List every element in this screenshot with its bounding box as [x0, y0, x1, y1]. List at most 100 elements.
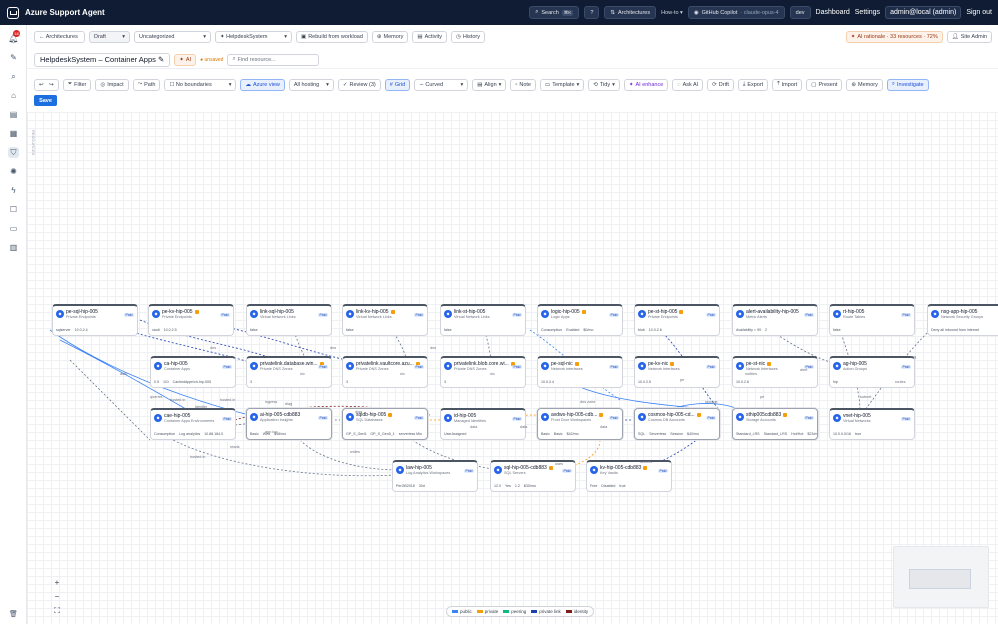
project-title[interactable]: HelpdeskSystem – Container Apps ✎: [34, 52, 171, 67]
resource-node[interactable]: ◆ ca-hip-005 Container Apps Pstd 0.5 1Gi Cache…: [150, 356, 236, 388]
resource-node[interactable]: ◆ link-st-hip-005 Virtual Network Links Pst…: [440, 304, 526, 336]
tidy-button[interactable]: ⟲ Tidy ▾: [588, 78, 620, 91]
ask-ai-button[interactable]: ◌ Ask AI: [672, 78, 704, 91]
review-button[interactable]: ✓ Review (3): [337, 78, 381, 91]
resource-node[interactable]: ◆ pe-sql-hip-005 Private Endpoints Pstd sqls…: [52, 304, 138, 336]
undo-redo[interactable]: ↩ ↪: [34, 78, 59, 91]
trash-icon[interactable]: 🗑︎: [9, 610, 18, 618]
investigate-button[interactable]: ⌕ Investigate: [886, 78, 929, 91]
system-value-wrap: ✦ HelpdeskSystem: [220, 34, 267, 40]
resource-node[interactable]: ◆ ai-hip-005-cdb883 Application Insights Ps…: [246, 408, 332, 440]
architectures-menu[interactable]: ⇅ Architectures: [604, 6, 657, 19]
dashboard-link[interactable]: Dashboard: [816, 9, 850, 16]
resource-node[interactable]: ◆ vnet-hip-005 Virtual Networks Pstd 10.0.0.…: [829, 408, 915, 440]
find-resource-field[interactable]: ⌕ Find resource...: [227, 53, 320, 66]
resource-node[interactable]: ◆ pe-st-hip-005 Private Endpoints Pstd blob 1…: [634, 304, 720, 336]
copilot-model-button[interactable]: ◉ GitHub Copilot · claude-opus-4: [687, 6, 785, 19]
fit-view-button[interactable]: ⛶: [52, 606, 62, 616]
boundaries-select[interactable]: ☐ No boundaries ▾: [164, 78, 237, 91]
save-button[interactable]: Save: [34, 95, 57, 106]
resource-node[interactable]: ◆ logic-hip-005 Logic Apps Pstd Consumption E…: [537, 304, 623, 336]
howto-menu[interactable]: How-to ▾: [661, 10, 683, 16]
node-meta-item: GP_S_Gen5_1: [370, 432, 395, 436]
node-tier-badge: Pstd: [705, 416, 716, 420]
history-button[interactable]: ◷ History: [451, 30, 485, 43]
resource-node[interactable]: ◆ pe-kv-hip-005 Private Endpoints Pstd vault…: [148, 304, 234, 336]
edit-icon[interactable]: ✎: [8, 52, 19, 63]
resource-node[interactable]: ◆ rt-hip-005 Route Tables Pstd false: [829, 304, 915, 336]
category-select[interactable]: Uncategorized ▾: [134, 30, 211, 43]
resource-node[interactable]: ◆ privatelink.database.win... Private DNS …: [246, 356, 332, 388]
chat-bubble-icon: ◌: [677, 81, 681, 88]
node-tier-badge: Pstd: [511, 417, 522, 421]
present-button[interactable]: ▢ Present: [806, 78, 843, 91]
system-select[interactable]: ✦ HelpdeskSystem ▾: [215, 30, 292, 43]
resource-node[interactable]: ◆ cosmos-hip-005-cd... Cosmos DB Accounts P…: [634, 408, 720, 440]
template-button[interactable]: ▭ Template ▾: [540, 78, 585, 91]
signout-link[interactable]: Sign out: [966, 9, 992, 16]
memory-canvas-button[interactable]: ⊛ Memory: [846, 78, 883, 91]
sparkle-icon: ✦: [179, 56, 184, 63]
chart-icon[interactable]: ▥: [8, 242, 19, 253]
back-to-architectures[interactable]: ← Architectures: [34, 30, 85, 43]
shield-icon[interactable]: ⛉: [8, 147, 19, 158]
edge-label: auth: [120, 372, 128, 376]
rebuild-button[interactable]: ▣ Rebuild from workload: [296, 30, 368, 43]
undo-icon[interactable]: ↩: [39, 82, 44, 88]
resource-node[interactable]: ◆ alert-availability-hip-005 Metric Alerts…: [732, 304, 818, 336]
resource-node[interactable]: ◆ avdws-hip-005-cdb... Front Door Workspac…: [537, 408, 623, 440]
resource-node[interactable]: ◆nsg-app-hip-005Network Security GroupsP…: [927, 304, 998, 336]
resource-node[interactable]: ◆ cae-hip-005 Container Apps Environments P…: [150, 408, 236, 440]
resource-node[interactable]: ◆ link-kv-hip-005 Virtual Network Links Pst…: [342, 304, 428, 336]
ai-rationale-badge[interactable]: ✦ AI rationale · 33 resources · 72%: [845, 31, 943, 43]
note-button[interactable]: ▫ Note: [510, 78, 536, 91]
drift-button[interactable]: ⟳ Drift: [707, 78, 734, 91]
hosting-select[interactable]: All hosting ▾: [288, 78, 334, 91]
help-button[interactable]: ?: [584, 6, 600, 19]
filter-button[interactable]: ⏷ Filter: [62, 78, 92, 91]
resource-node[interactable]: ◆ pe-sql-nic Network Interfaces Pstd 10.0.2.…: [537, 356, 623, 388]
grid-toggle[interactable]: # Grid: [384, 78, 411, 91]
redo-icon[interactable]: ↪: [49, 82, 54, 88]
zoom-out-button[interactable]: −: [52, 592, 62, 602]
zoom-in-button[interactable]: +: [52, 578, 62, 588]
resource-node[interactable]: ◆ kv-hip-005-cdb883 Key Vaults Pstd Free Disa…: [586, 460, 672, 492]
minimap[interactable]: [893, 546, 989, 608]
edge-style-select[interactable]: ∼ Curved ▾: [414, 78, 469, 91]
path-button[interactable]: ⤳ Path: [132, 78, 161, 91]
resource-node[interactable]: ◆ pe-kv-nic Network Interfaces Pstd 10.0.2.5: [634, 356, 720, 388]
status-select[interactable]: Draft ▾: [89, 30, 130, 43]
sun-icon[interactable]: ✺: [8, 166, 19, 177]
resource-node[interactable]: ◆ link-sql-hip-005 Virtual Network Links Ps…: [246, 304, 332, 336]
resource-node[interactable]: ◆ id-hip-005 Managed Identities Pstd UserAss…: [440, 408, 526, 440]
env-badge[interactable]: dev: [789, 6, 811, 19]
user-menu[interactable]: admin@local (admin): [885, 6, 962, 19]
document-icon[interactable]: ▤: [8, 109, 19, 120]
lock-icon: [643, 465, 648, 470]
ai-enhance-button[interactable]: ✦ AI enhance: [623, 78, 669, 91]
search-nav-icon[interactable]: ⌕: [8, 71, 19, 82]
resource-node[interactable]: ◆ privatelink.vaultcore.azu... Private DNS…: [342, 356, 428, 388]
settings-link[interactable]: Settings: [855, 9, 880, 16]
import-icon: ⤒: [777, 81, 780, 87]
activity-button[interactable]: ▤ Activity: [412, 30, 448, 43]
chat-icon[interactable]: ▭: [8, 223, 19, 234]
align-button[interactable]: ▤ Align ▾: [472, 78, 507, 91]
robot-icon[interactable]: ☐: [8, 204, 19, 215]
memory-button[interactable]: ⊛ Memory: [371, 30, 409, 43]
import-button[interactable]: ⤒ Import: [772, 78, 803, 91]
home-icon[interactable]: ⌂: [8, 90, 19, 101]
resource-node[interactable]: ◆ sql-hip-005-cdb883 SQL Servers Pstd 12.0 Ye…: [490, 460, 576, 492]
global-search-button[interactable]: ⌕ Search ⌘K: [529, 6, 580, 19]
resource-node[interactable]: ◆ law-hip-005 Log Analytics Workspaces Pstd…: [392, 460, 478, 492]
resource-node[interactable]: ◆ sthip005cdb883 Storage Accounts Pstd Stand…: [732, 408, 818, 440]
ai-chip[interactable]: ✦ AI: [174, 53, 197, 66]
export-button[interactable]: ⤓ Export: [737, 78, 769, 91]
minimap-viewport[interactable]: [909, 569, 971, 589]
site-admin-button[interactable]: 👤︎ Site Admin: [946, 31, 992, 43]
grid-icon[interactable]: ▦: [8, 128, 19, 139]
azure-view-toggle[interactable]: ☁ Azure view: [240, 78, 285, 91]
impact-button[interactable]: ◎ Impact: [95, 78, 129, 91]
bolt-icon[interactable]: ϟ: [8, 185, 19, 196]
resource-node[interactable]: ◆ privatelink.blob.core.wi... Private DNS …: [440, 356, 526, 388]
